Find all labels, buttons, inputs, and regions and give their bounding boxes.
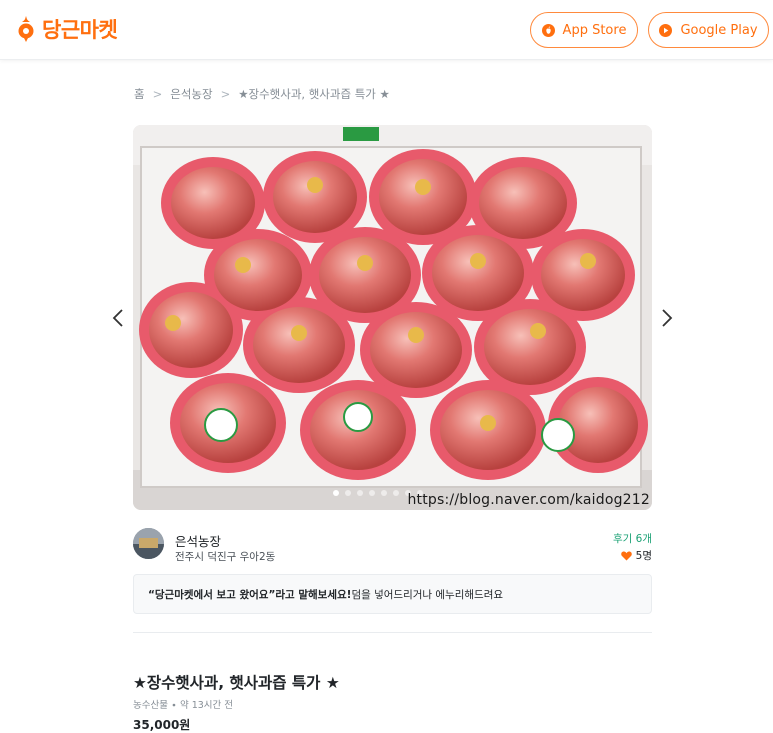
apple-icon [541, 23, 555, 37]
previous-image-button[interactable] [108, 307, 128, 329]
daangn-logo[interactable]: 당근마켓 [16, 14, 118, 44]
site-header: 당근마켓 App Store Google Play [0, 0, 773, 60]
like-count: 5명 [620, 548, 652, 563]
chevron-right-icon [662, 309, 673, 327]
breadcrumb-home[interactable]: 홈 [134, 86, 145, 102]
carousel-dot[interactable] [357, 490, 363, 496]
carousel-dot[interactable] [393, 490, 399, 496]
image-watermark: https://blog.naver.com/kaidog212 [407, 492, 650, 508]
product-image-carousel[interactable]: https://blog.naver.com/kaidog212 [133, 125, 652, 510]
seller-notice: “당근마켓에서 보고 왔어요”라고 말해보세요! 덤을 넣어드리거나 에누리해드… [133, 574, 652, 614]
article-price: 35,000원 [133, 718, 191, 732]
article-title: ★장수햇사과, 햇사과즙 특가 ★ [133, 674, 340, 692]
next-image-button[interactable] [657, 307, 677, 329]
seller-address: 전주시 덕진구 우아2동 [175, 551, 276, 563]
carrot-logo-icon [16, 16, 36, 42]
seller-name[interactable]: 은석농장 [175, 531, 221, 550]
chevron-left-icon [112, 309, 123, 327]
app-store-button[interactable]: App Store [530, 12, 638, 48]
like-count-text: 5명 [635, 550, 652, 562]
app-store-label: App Store [562, 22, 627, 38]
breadcrumb-separator: > [152, 87, 163, 101]
apples [139, 149, 648, 480]
logo-text: 당근마켓 [42, 18, 118, 42]
notice-text: 덤을 넣어드리거나 에누리해드려요 [351, 588, 504, 601]
google-play-icon [659, 23, 673, 37]
section-divider [133, 632, 652, 633]
carousel-dot[interactable] [345, 490, 351, 496]
review-count[interactable]: 후기 6개 [613, 531, 652, 546]
google-play-button[interactable]: Google Play [648, 12, 769, 48]
breadcrumb: 홈 > 은석농장 > ★장수햇사과, 햇사과즙 특가 ★ [134, 86, 390, 102]
google-play-label: Google Play [680, 22, 758, 38]
notice-highlight: “당근마켓에서 보고 왔어요”라고 말해보세요! [148, 588, 352, 601]
breadcrumb-separator: > [220, 87, 231, 101]
seller-avatar [133, 528, 164, 559]
article-meta: 농수산물 ∙ 약 13시간 전 [133, 700, 234, 711]
breadcrumb-current: ★장수햇사과, 햇사과즙 특가 ★ [238, 87, 390, 101]
seller-profile[interactable]: 은석농장 전주시 덕진구 우아2동 후기 6개 5명 [133, 527, 652, 567]
breadcrumb-category[interactable]: 은석농장 [170, 86, 212, 102]
carousel-dot[interactable] [369, 490, 375, 496]
heart-icon [620, 551, 632, 560]
carousel-dot[interactable] [381, 490, 387, 496]
carousel-dot[interactable] [333, 490, 339, 496]
apple-box-photo [133, 125, 652, 510]
